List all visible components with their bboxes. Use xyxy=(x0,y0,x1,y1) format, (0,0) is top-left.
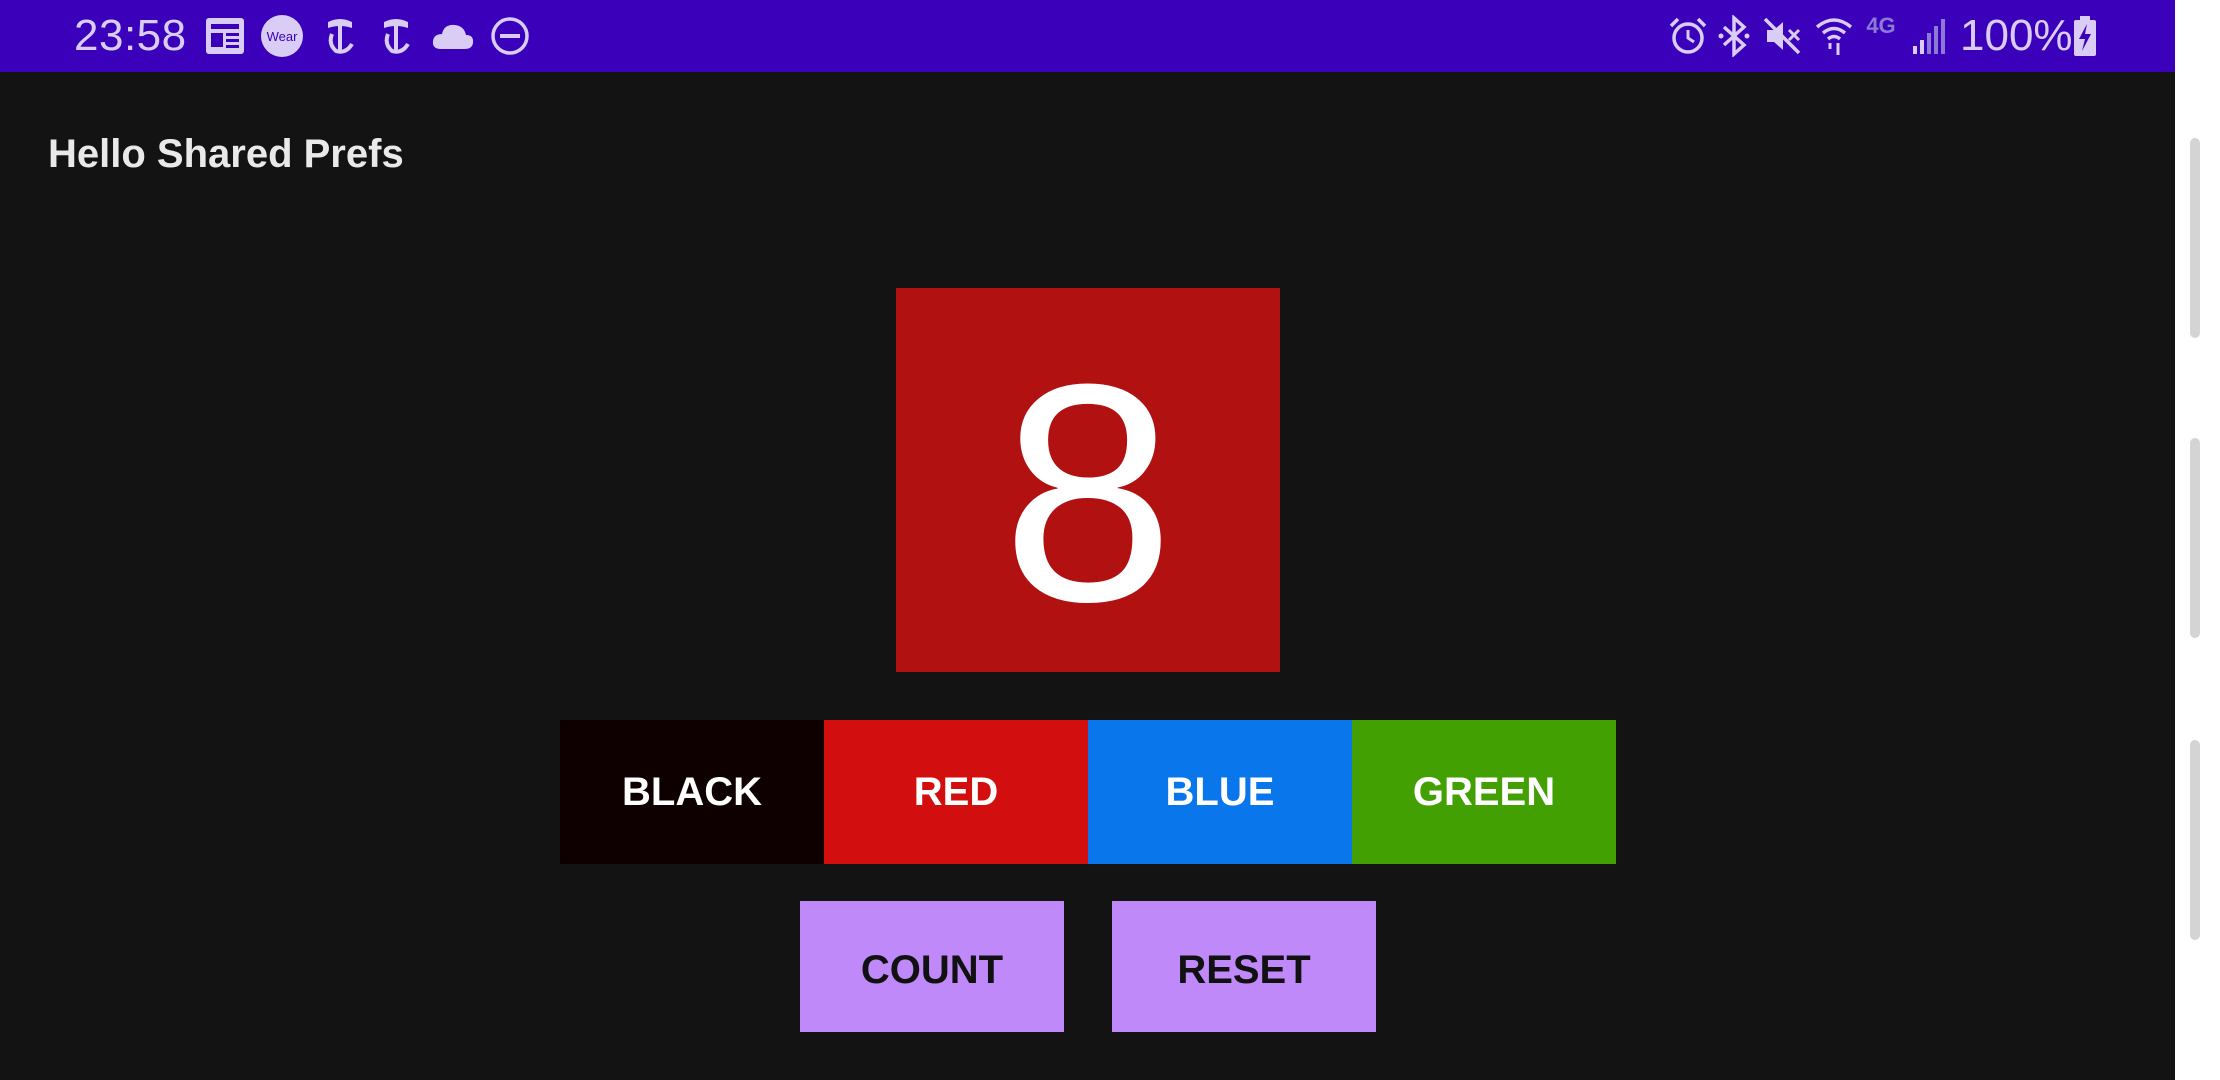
signal-icon xyxy=(1908,14,1948,58)
status-time: 23:58 xyxy=(74,11,187,60)
battery-percent: 100% xyxy=(1960,11,2073,60)
edge-panel-handle[interactable] xyxy=(2190,438,2200,638)
app-title: Hello Shared Prefs xyxy=(48,132,404,176)
network-label: 4G xyxy=(1866,13,1896,38)
app-screen: 23:58 Wear 4G 100% Hello Shared Prefs 8 … xyxy=(0,0,2220,1080)
news-icon xyxy=(203,14,247,58)
cloud-icon xyxy=(430,14,476,58)
nyt-icon xyxy=(320,14,360,58)
wear-label: Wear xyxy=(267,29,298,44)
edge-panel-handle[interactable] xyxy=(2190,138,2200,338)
mute-icon xyxy=(1760,14,1804,58)
count-button[interactable]: COUNT xyxy=(800,901,1064,1032)
count-display: 8 xyxy=(896,288,1280,672)
4g-icon: 4G xyxy=(1858,12,1904,40)
wifi-icon xyxy=(1812,14,1856,58)
wear-icon: Wear xyxy=(259,14,305,58)
reset-button[interactable]: RESET xyxy=(1112,901,1376,1032)
green-button[interactable]: GREEN xyxy=(1352,720,1616,864)
red-button[interactable]: RED xyxy=(824,720,1088,864)
alarm-icon xyxy=(1666,14,1710,58)
do-not-disturb-icon xyxy=(488,14,532,58)
color-button-row: BLACK RED BLUE GREEN xyxy=(560,720,1616,864)
edge-panel-handle[interactable] xyxy=(2190,740,2200,940)
battery-charging-icon xyxy=(2070,14,2100,58)
status-bar: 23:58 Wear 4G 100% xyxy=(0,0,2175,72)
black-button[interactable]: BLACK xyxy=(560,720,824,864)
bluetooth-icon xyxy=(1714,14,1754,58)
count-value: 8 xyxy=(1001,319,1175,666)
blue-button[interactable]: BLUE xyxy=(1088,720,1352,864)
nyt-icon xyxy=(376,14,416,58)
